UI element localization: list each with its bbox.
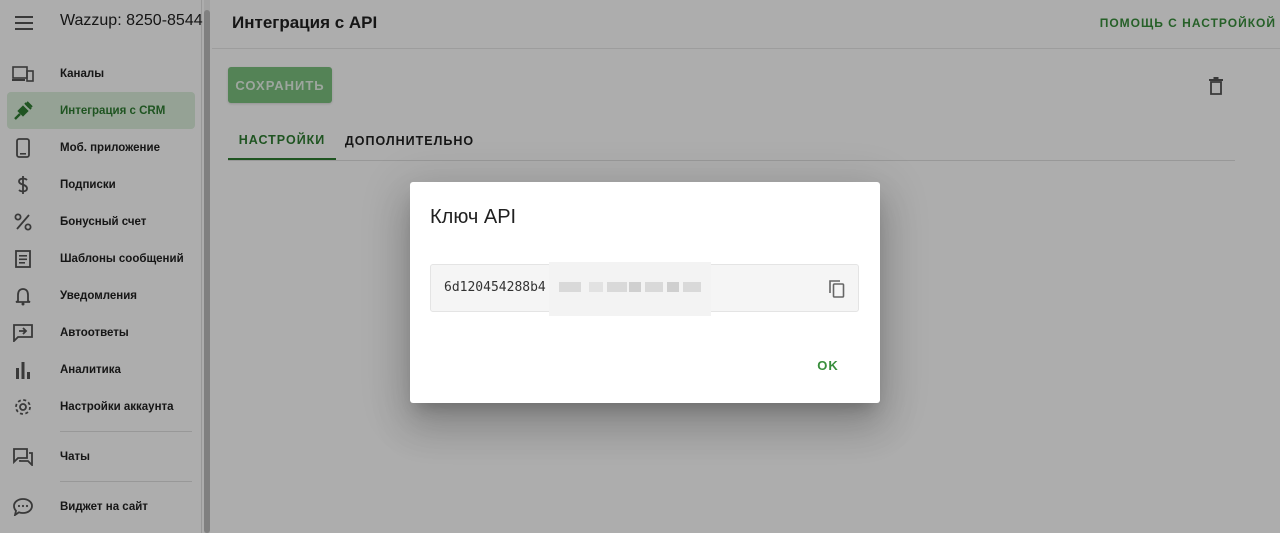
copy-button[interactable]: [825, 277, 849, 301]
redacted-key-mask: [549, 262, 711, 316]
dialog-title: Ключ API: [430, 206, 517, 228]
api-key-value: 6d120454288b4: [444, 280, 546, 295]
api-key-field[interactable]: 6d120454288b4: [430, 262, 859, 316]
api-key-dialog: Ключ API 6d120454288b4 OK: [410, 182, 880, 403]
ok-button[interactable]: OK: [806, 350, 850, 380]
copy-icon: [829, 280, 845, 298]
